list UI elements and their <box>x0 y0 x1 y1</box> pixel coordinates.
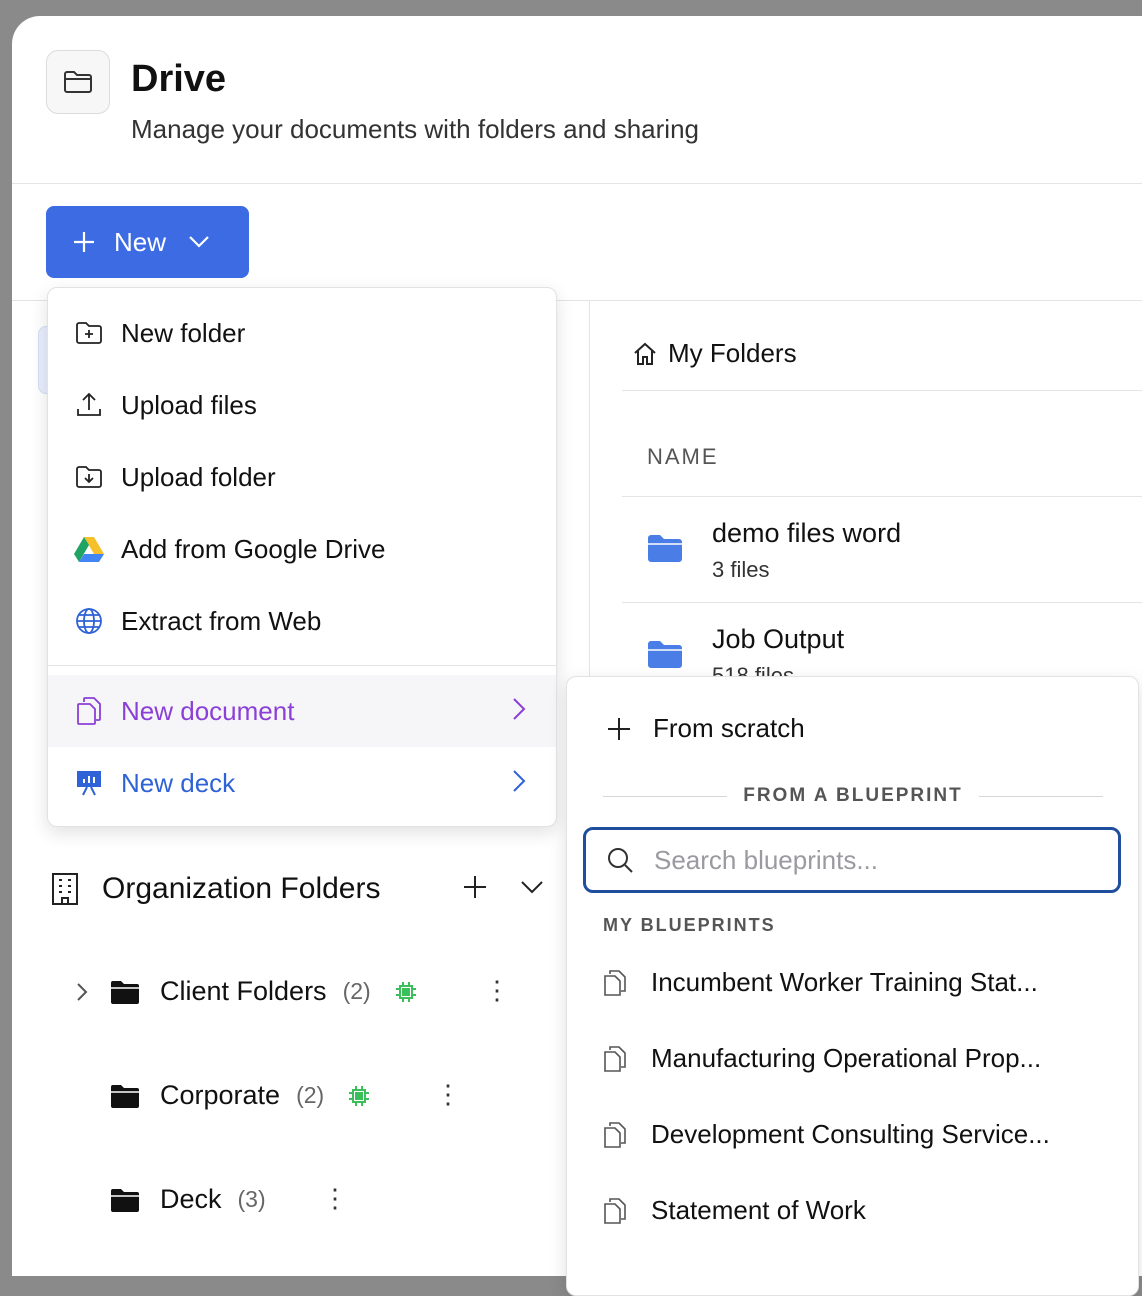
folder-icon <box>648 535 682 562</box>
blueprint-section-heading: FROM A BLUEPRINT <box>603 785 1103 807</box>
new-button[interactable]: New <box>46 206 249 278</box>
document-icon <box>604 1121 626 1148</box>
org-folders-header: Organization Folders <box>50 872 380 906</box>
collapse-chevron-icon[interactable] <box>520 880 544 894</box>
folder-name: Client Folders <box>160 976 327 1006</box>
blueprint-name: Development Consulting Service... <box>651 1119 1050 1149</box>
home-icon <box>634 342 656 365</box>
column-header-name[interactable]: NAME <box>647 444 719 470</box>
document-icon <box>604 1045 626 1072</box>
folder-icon <box>46 50 110 114</box>
plus-icon <box>74 232 94 252</box>
folder-icon <box>111 980 139 1004</box>
menu-item-label: New deck <box>121 767 236 798</box>
divider <box>622 390 1142 391</box>
blueprint-name: Incumbent Worker Training Stat... <box>651 967 1038 997</box>
blueprint-item[interactable]: Statement of Work <box>603 1195 866 1226</box>
folder-icon <box>111 1188 139 1212</box>
breadcrumb[interactable]: My Folders <box>632 338 797 369</box>
menu-divider <box>48 665 556 666</box>
org-folder-client-folders[interactable]: Client Folders (2) <box>76 976 417 1007</box>
blueprint-search[interactable] <box>583 827 1121 893</box>
blueprint-name: Statement of Work <box>651 1195 866 1225</box>
folder-icon <box>111 1084 139 1108</box>
new-dropdown-menu: New folder Upload files Upload folder Ad… <box>47 287 557 827</box>
folder-name: Corporate <box>160 1080 281 1110</box>
folder-count: (2) <box>342 978 371 1004</box>
org-folder-corporate[interactable]: Corporate (2) <box>110 1080 370 1111</box>
folder-name: Job Output <box>712 624 845 654</box>
folder-row[interactable]: demo files word 3 files <box>646 518 901 583</box>
blueprint-name: Manufacturing Operational Prop... <box>651 1043 1042 1073</box>
menu-item-label: Upload folder <box>121 461 276 492</box>
chevron-right-icon <box>513 698 526 720</box>
folder-count: (3) <box>237 1186 266 1212</box>
new-button-label: New <box>114 226 167 257</box>
presentation-icon <box>74 768 104 798</box>
more-options-icon[interactable]: ⋮ <box>435 1081 461 1107</box>
page-subtitle: Manage your documents with folders and s… <box>131 114 699 144</box>
chevron-right-icon[interactable] <box>76 982 88 1002</box>
menu-item-new-document[interactable]: New document <box>48 675 556 747</box>
org-folder-deck[interactable]: Deck (3) <box>110 1184 266 1215</box>
google-drive-icon <box>74 534 104 564</box>
folder-count: (2) <box>296 1082 325 1108</box>
folder-download-icon <box>74 462 104 492</box>
folder-file-count: 3 files <box>712 557 770 582</box>
blueprint-item[interactable]: Development Consulting Service... <box>603 1119 1050 1150</box>
from-scratch-item[interactable]: From scratch <box>607 713 805 744</box>
more-options-icon[interactable]: ⋮ <box>322 1185 348 1211</box>
plus-icon <box>608 717 630 740</box>
from-scratch-label: From scratch <box>653 713 805 743</box>
divider <box>622 602 1142 603</box>
menu-item-label: New folder <box>121 317 246 348</box>
document-icon <box>604 969 626 996</box>
chevron-down-icon <box>189 236 209 248</box>
breadcrumb-label: My Folders <box>668 338 797 368</box>
blueprint-item[interactable]: Incumbent Worker Training Stat... <box>603 967 1038 998</box>
folder-name: Deck <box>160 1184 222 1214</box>
chip-icon <box>395 981 416 1002</box>
menu-item-label: Add from Google Drive <box>121 533 386 564</box>
folder-name: demo files word <box>712 518 902 548</box>
menu-item-extract-web[interactable]: Extract from Web <box>48 585 556 657</box>
page-header: Drive Manage your documents with folders… <box>12 16 1142 184</box>
menu-item-upload-files[interactable]: Upload files <box>48 369 556 441</box>
chevron-right-icon <box>513 770 526 792</box>
menu-item-label: New document <box>121 695 295 726</box>
menu-item-google-drive[interactable]: Add from Google Drive <box>48 513 556 585</box>
chip-icon <box>349 1085 370 1106</box>
search-input[interactable] <box>654 844 1074 876</box>
menu-item-new-deck[interactable]: New deck <box>48 747 556 819</box>
page-title: Drive <box>131 58 227 100</box>
blueprint-item[interactable]: Manufacturing Operational Prop... <box>603 1043 1041 1074</box>
menu-item-label: Extract from Web <box>121 605 322 636</box>
folder-icon <box>648 641 682 668</box>
folder-plus-icon <box>74 318 104 348</box>
menu-item-upload-folder[interactable]: Upload folder <box>48 441 556 513</box>
org-folders-title: Organization Folders <box>102 872 381 905</box>
document-icon <box>604 1197 626 1224</box>
menu-item-label: Upload files <box>121 389 257 420</box>
divider <box>622 496 1142 497</box>
search-icon <box>608 848 633 873</box>
upload-icon <box>74 390 104 420</box>
more-options-icon[interactable]: ⋮ <box>484 977 510 1003</box>
documents-icon <box>74 696 104 726</box>
globe-icon <box>74 606 104 636</box>
new-document-submenu: From scratch FROM A BLUEPRINT MY BLUEPRI… <box>566 676 1139 1296</box>
add-org-folder-button[interactable] <box>462 874 488 900</box>
menu-item-new-folder[interactable]: New folder <box>48 297 556 369</box>
my-blueprints-heading: MY BLUEPRINTS <box>603 915 776 935</box>
building-icon <box>52 873 78 905</box>
